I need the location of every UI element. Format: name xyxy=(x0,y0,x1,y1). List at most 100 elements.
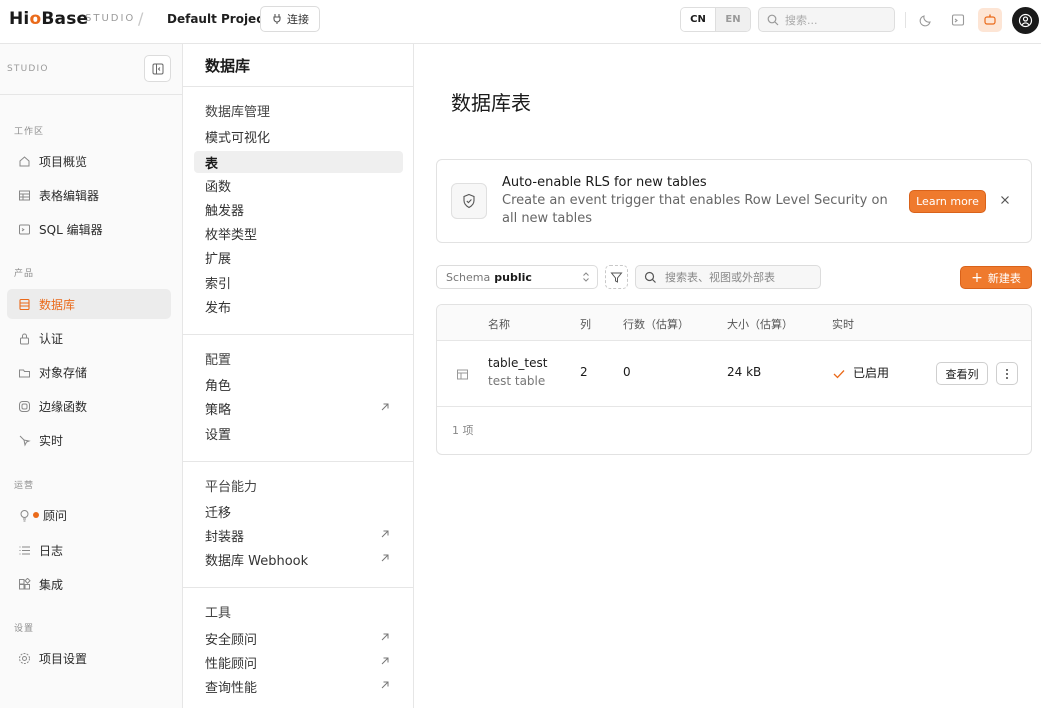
sidebar-item-sql-editor[interactable]: SQL 编辑器 xyxy=(7,214,171,244)
sidebar-item-advisors[interactable]: 顾问 xyxy=(7,500,171,530)
page-title: 数据库表 xyxy=(451,91,531,115)
menu-item-policies[interactable]: 策略 xyxy=(194,397,403,419)
list-icon xyxy=(17,543,31,557)
brand-logo[interactable]: HioBase xyxy=(9,9,88,29)
search-icon xyxy=(644,271,656,283)
sidebar-item-database[interactable]: 数据库 xyxy=(7,289,171,319)
database-icon xyxy=(17,297,31,311)
function-icon xyxy=(17,399,31,413)
sidebar-item-storage[interactable]: 对象存储 xyxy=(7,357,171,387)
menu-item-query-performance[interactable]: 查询性能 xyxy=(194,675,403,697)
learn-more-button[interactable]: Learn more xyxy=(909,190,986,213)
user-avatar[interactable] xyxy=(1012,7,1039,34)
lang-en-button[interactable]: EN xyxy=(715,8,750,31)
project-name[interactable]: Default Project xyxy=(167,12,269,26)
view-columns-button[interactable]: 查看列 xyxy=(936,362,988,385)
menu-item-webhooks[interactable]: 数据库 Webhook xyxy=(194,548,403,570)
table-header: 名称 列 行数（估算） 大小（估算） 实时 xyxy=(437,305,1031,341)
language-toggle: CN EN xyxy=(680,7,751,32)
sidebar-collapse-icon xyxy=(152,63,163,74)
menu-item-indexes[interactable]: 索引 xyxy=(194,271,403,293)
lightbulb-icon xyxy=(17,508,31,522)
table-row-count: 0 xyxy=(623,365,631,379)
column-header-size: 大小（估算） xyxy=(727,318,793,331)
user-icon xyxy=(1018,13,1033,28)
menu-item-schema-visualizer[interactable]: 模式可视化 xyxy=(194,125,403,147)
menu-item-functions[interactable]: 函数 xyxy=(194,174,403,196)
sidebar-item-auth[interactable]: 认证 xyxy=(7,323,171,353)
column-header-columns: 列 xyxy=(580,318,591,331)
table-icon xyxy=(457,369,468,380)
assistant-button[interactable] xyxy=(978,8,1002,32)
home-icon xyxy=(17,154,31,168)
item-count: 1 项 xyxy=(452,424,474,437)
search-icon xyxy=(767,14,779,25)
top-bar: HioBase STUDIO / Default Project 连接 CN E… xyxy=(0,0,1041,44)
menu-item-extensions[interactable]: 扩展 xyxy=(194,246,403,268)
external-link-icon xyxy=(381,633,389,641)
gear-icon xyxy=(17,651,31,665)
sidebar-collapse-button[interactable] xyxy=(144,55,171,82)
section-label-settings: 设置 xyxy=(14,624,35,634)
moon-icon xyxy=(919,15,931,27)
terminal-icon xyxy=(951,14,965,26)
sidebar-item-logs[interactable]: 日志 xyxy=(7,535,171,565)
sidebar-divider xyxy=(0,94,182,95)
realtime-icon xyxy=(17,433,31,447)
menu-item-roles[interactable]: 角色 xyxy=(194,373,403,395)
theme-toggle-button[interactable] xyxy=(914,8,938,32)
menu-item-performance-advisor[interactable]: 性能顾问 xyxy=(194,651,403,673)
filter-icon xyxy=(610,272,623,283)
lock-icon xyxy=(17,331,31,345)
tables-list: 名称 列 行数（估算） 大小（估算） 实时 table_test test ta… xyxy=(436,304,1032,455)
menu-item-tables[interactable]: 表 xyxy=(194,151,403,173)
integrations-icon xyxy=(17,577,31,591)
table-name[interactable]: table_test xyxy=(488,356,547,370)
plus-icon: + xyxy=(971,269,983,286)
notification-dot xyxy=(33,512,39,518)
menu-item-triggers[interactable]: 触发器 xyxy=(194,198,403,220)
menu-item-security-advisor[interactable]: 安全顾问 xyxy=(194,627,403,649)
section-label-ops: 运营 xyxy=(14,481,35,491)
new-table-button[interactable]: + 新建表 xyxy=(960,266,1032,289)
row-actions-button[interactable] xyxy=(996,362,1018,385)
menu-item-settings[interactable]: 设置 xyxy=(194,422,403,444)
section-label-workspace: 工作区 xyxy=(14,127,45,137)
filter-button[interactable] xyxy=(605,265,628,289)
sidebar-studio-label: STUDIO xyxy=(7,64,49,74)
plug-icon xyxy=(273,14,281,24)
section-label-product: 产品 xyxy=(14,269,35,279)
table-row[interactable]: table_test test table 2 0 24 kB 已启用 查看列 xyxy=(437,341,1031,407)
terminal-icon xyxy=(17,222,31,236)
external-link-icon xyxy=(381,530,389,538)
sidebar-item-integrations[interactable]: 集成 xyxy=(7,569,171,599)
terminal-button[interactable] xyxy=(946,8,970,32)
external-link-icon xyxy=(381,403,389,411)
menu-item-wrappers[interactable]: 封装器 xyxy=(194,524,403,546)
banner-title: Auto-enable RLS for new tables xyxy=(502,175,707,190)
sidebar-item-project-settings[interactable]: 项目设置 xyxy=(7,643,171,673)
sidebar-item-edge-functions[interactable]: 边缘函数 xyxy=(7,391,171,421)
menu-item-migrations[interactable]: 迁移 xyxy=(194,500,403,522)
menu-item-publications[interactable]: 发布 xyxy=(194,295,403,317)
menu-item-enum-types[interactable]: 枚举类型 xyxy=(194,222,403,244)
sidebar-item-table-editor[interactable]: 表格编辑器 xyxy=(7,180,171,210)
close-banner-button[interactable] xyxy=(998,193,1012,207)
table-description: test table xyxy=(488,374,546,388)
panel-divider xyxy=(183,334,413,335)
database-menu-panel: 数据库 数据库管理 模式可视化 表 函数 触发器 枚举类型 扩展 索引 发布 配… xyxy=(183,44,414,708)
schema-select[interactable]: Schema public xyxy=(436,265,598,289)
storage-icon xyxy=(17,365,31,379)
global-search-input[interactable]: 搜索... xyxy=(758,7,895,32)
bot-icon xyxy=(984,14,996,25)
column-header-realtime: 实时 xyxy=(832,318,854,331)
sidebar-item-overview[interactable]: 项目概览 xyxy=(7,146,171,176)
connect-button[interactable]: 连接 xyxy=(260,6,320,32)
column-header-name: 名称 xyxy=(488,318,510,331)
table-icon xyxy=(17,188,31,202)
sidebar: STUDIO 工作区 项目概览 表格编辑器 SQL 编辑器 产品 数据库 认证 … xyxy=(0,44,183,708)
external-link-icon xyxy=(381,554,389,562)
lang-cn-button[interactable]: CN xyxy=(681,8,715,31)
table-search-input[interactable]: 搜索表、视图或外部表 xyxy=(635,265,821,289)
sidebar-item-realtime[interactable]: 实时 xyxy=(7,425,171,455)
